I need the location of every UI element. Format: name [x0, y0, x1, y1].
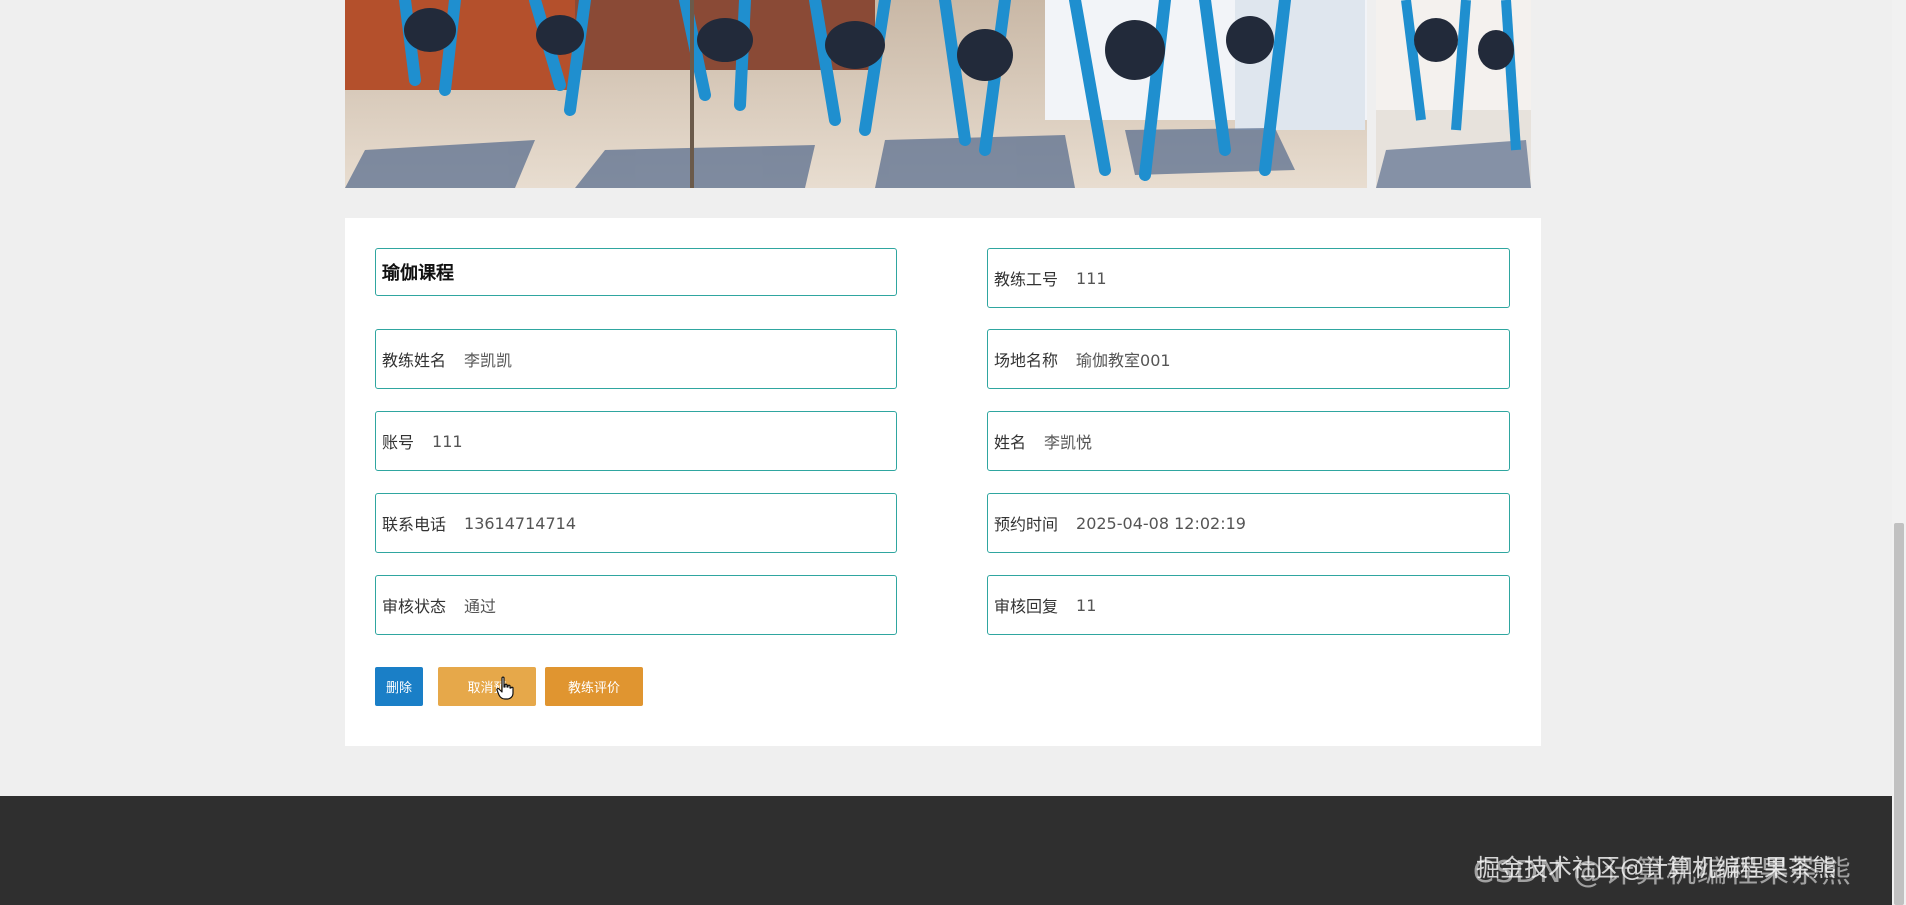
- field-value: 李凯悦: [1044, 433, 1093, 452]
- hand-pointer-icon: [496, 676, 514, 700]
- scrollbar-track[interactable]: [1892, 0, 1906, 905]
- scrollbar-thumb[interactable]: [1894, 523, 1904, 905]
- field-label: 预约时间: [994, 515, 1059, 534]
- field-value: 2025-04-08 12:02:19: [1076, 513, 1246, 533]
- field-name: 姓名 李凯悦: [987, 411, 1510, 471]
- field-label: 教练姓名: [382, 351, 447, 370]
- field-value: 111: [432, 431, 463, 451]
- field-value: 通过: [464, 597, 497, 616]
- field-value: 111: [1076, 268, 1107, 288]
- field-phone: 联系电话 13614714714: [375, 493, 897, 553]
- coach-review-button[interactable]: 教练评价: [545, 667, 643, 706]
- field-account: 账号 111: [375, 411, 897, 471]
- field-coach-id: 教练工号 111: [987, 248, 1510, 308]
- field-review-reply: 审核回复 11: [987, 575, 1510, 635]
- cancel-booking-button[interactable]: 取消预: [438, 667, 536, 706]
- course-title: 瑜伽课程: [375, 248, 897, 296]
- field-value: 11: [1076, 595, 1097, 615]
- booking-detail-card: 瑜伽课程 教练工号 111 教练姓名 李凯凯 场地名称 瑜伽教室001 账号 1…: [345, 218, 1541, 746]
- field-value: 瑜伽教室001: [1076, 351, 1171, 370]
- field-coach-name: 教练姓名 李凯凯: [375, 329, 897, 389]
- field-label: 账号: [382, 433, 415, 452]
- page: 瑜伽课程 教练工号 111 教练姓名 李凯凯 场地名称 瑜伽教室001 账号 1…: [0, 0, 1906, 905]
- footer: CSDN @计算机编程果茶熊 掘金技术社区@计算机编程果茶熊: [0, 796, 1892, 905]
- banner-image-main: [345, 0, 1367, 188]
- banner-image-side: [1376, 0, 1531, 188]
- field-value: 13614714714: [464, 513, 576, 533]
- field-label: 审核回复: [994, 597, 1059, 616]
- field-value: 李凯凯: [464, 351, 513, 370]
- field-label: 场地名称: [994, 351, 1059, 370]
- field-review-status: 审核状态 通过: [375, 575, 897, 635]
- field-label: 联系电话: [382, 515, 447, 534]
- field-label: 审核状态: [382, 597, 447, 616]
- field-booking-time: 预约时间 2025-04-08 12:02:19: [987, 493, 1510, 553]
- field-venue-name: 场地名称 瑜伽教室001: [987, 329, 1510, 389]
- field-label: 教练工号: [994, 270, 1059, 289]
- field-label: 姓名: [994, 433, 1027, 452]
- watermark-juejin: 掘金技术社区@计算机编程果茶熊: [1476, 854, 1836, 882]
- delete-button[interactable]: 删除: [375, 667, 423, 706]
